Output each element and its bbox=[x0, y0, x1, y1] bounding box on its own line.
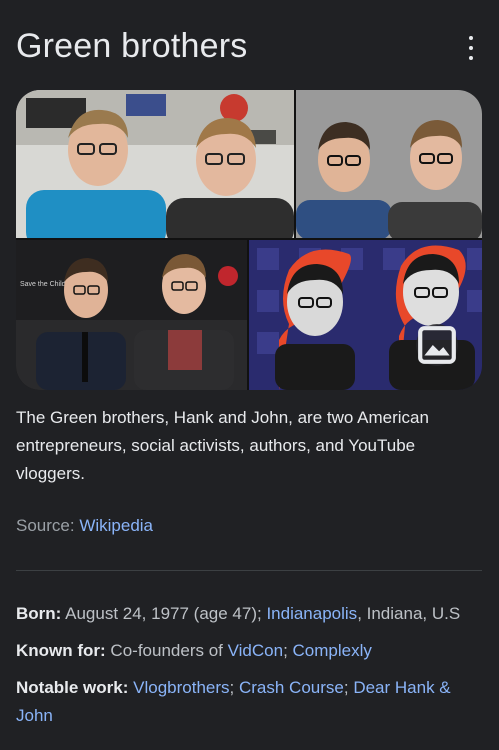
source-link-wikipedia[interactable]: Wikipedia bbox=[79, 516, 153, 535]
link-vidcon[interactable]: VidCon bbox=[228, 641, 283, 660]
fact-known-for-label: Known for: bbox=[16, 641, 106, 660]
fact-born-suffix: , Indiana, U.S bbox=[357, 604, 461, 623]
fact-notable-work-sep2: ; bbox=[343, 678, 354, 697]
gallery-photo-3[interactable]: Save the Children bbox=[16, 240, 247, 390]
image-gallery: Save the Children bbox=[16, 90, 482, 390]
fact-notable-work-label: Notable work: bbox=[16, 678, 129, 697]
image-icon[interactable] bbox=[416, 324, 458, 366]
gallery-photo-4[interactable] bbox=[249, 240, 482, 390]
gallery-photo-1[interactable] bbox=[16, 90, 294, 238]
more-vert-icon[interactable] bbox=[465, 36, 477, 60]
knowledge-panel: Green brothers Save the Children The Gre… bbox=[0, 0, 499, 750]
source-line: Source: Wikipedia bbox=[16, 514, 153, 538]
panel-title: Green brothers bbox=[16, 27, 248, 65]
link-indianapolis[interactable]: Indianapolis bbox=[266, 604, 357, 623]
divider bbox=[16, 570, 482, 571]
fact-notable-work-sep1: ; bbox=[229, 678, 239, 697]
facts-list: Born: August 24, 1977 (age 47); Indianap… bbox=[16, 600, 486, 739]
description-text: The Green brothers, Hank and John, are t… bbox=[16, 408, 429, 483]
fact-born: Born: August 24, 1977 (age 47); Indianap… bbox=[16, 600, 486, 628]
link-crash-course[interactable]: Crash Course bbox=[239, 678, 344, 697]
fact-known-for: Known for: Co-founders of VidCon; Comple… bbox=[16, 637, 486, 665]
gallery-photo-2[interactable] bbox=[296, 90, 482, 238]
fact-born-label: Born: bbox=[16, 604, 62, 623]
fact-born-text: August 24, 1977 (age 47); bbox=[61, 604, 267, 623]
fact-known-for-sep: ; bbox=[283, 641, 293, 660]
fact-notable-work: Notable work: Vlogbrothers; Crash Course… bbox=[16, 674, 486, 730]
source-label: Source: bbox=[16, 516, 80, 535]
link-complexly[interactable]: Complexly bbox=[293, 641, 372, 660]
link-vlogbrothers[interactable]: Vlogbrothers bbox=[133, 678, 229, 697]
fact-known-for-text: Co-founders of bbox=[105, 641, 228, 660]
